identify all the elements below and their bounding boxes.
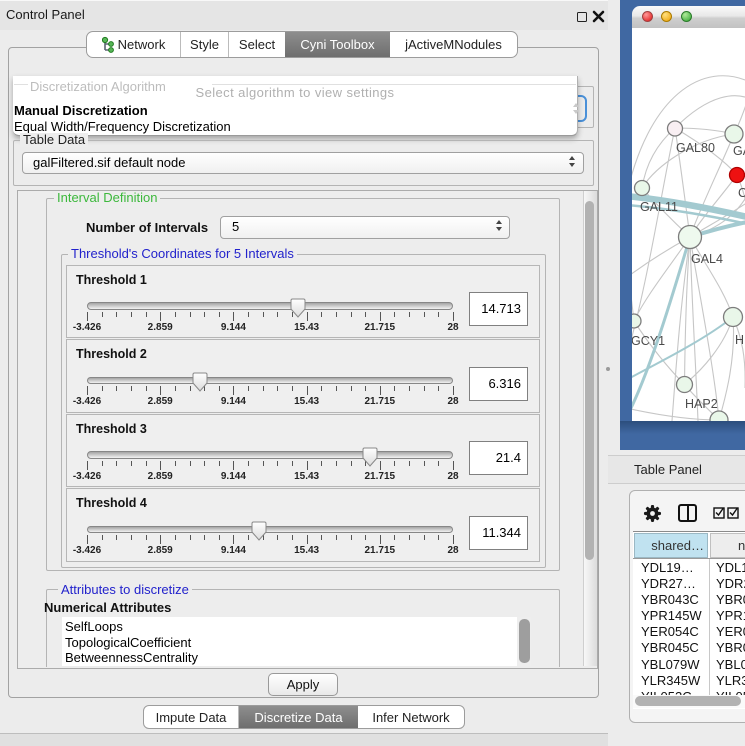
svg-text:C: C	[738, 186, 745, 200]
svg-text:GCY1: GCY1	[632, 334, 665, 348]
svg-text:HAP2: HAP2	[685, 397, 718, 411]
svg-text:GAL11: GAL11	[640, 200, 678, 214]
svg-text:H: H	[735, 333, 744, 347]
svg-text:GA: GA	[733, 144, 745, 158]
svg-text:GAL4: GAL4	[691, 252, 723, 266]
svg-text:GAL80: GAL80	[676, 141, 715, 155]
